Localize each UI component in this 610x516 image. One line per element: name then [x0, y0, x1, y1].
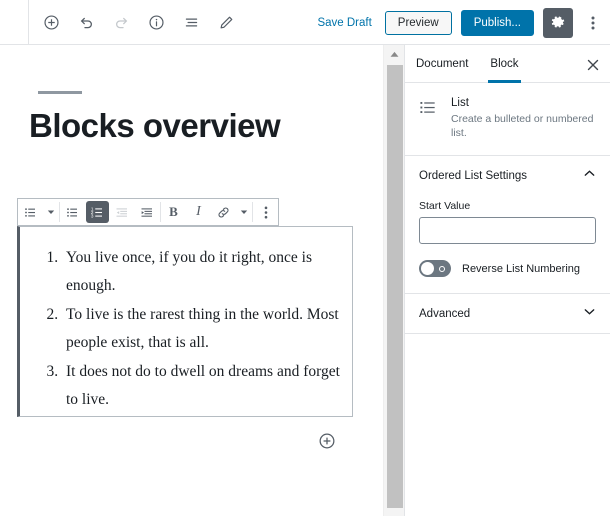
list-format-group: 1 2 3: [60, 199, 160, 225]
list-item[interactable]: To live is the rarest thing in the world…: [62, 301, 352, 357]
unordered-list-button[interactable]: [60, 199, 85, 225]
text-format-group: B I: [161, 199, 252, 225]
chevron-down-icon: [583, 305, 596, 323]
block-toolbar: 1 2 3 B I: [17, 198, 279, 226]
formatting-chevron-down-icon[interactable]: [236, 199, 252, 225]
reverse-list-numbering-row: Reverse List Numbering: [419, 260, 596, 277]
link-icon[interactable]: [211, 199, 236, 225]
wordpress-block-editor: Save Draft Preview Publish... Blocks ove…: [0, 0, 610, 516]
edit-pencil-icon[interactable]: [213, 9, 239, 35]
list-item[interactable]: You live once, if you do it right, once …: [62, 244, 352, 300]
add-block-icon[interactable]: [38, 9, 64, 35]
content-info-icon[interactable]: [143, 9, 169, 35]
block-type-chevron-down-icon[interactable]: [43, 199, 59, 225]
outdent-button[interactable]: [110, 199, 135, 225]
reverse-list-numbering-toggle[interactable]: [419, 260, 451, 277]
scrollbar-up-arrow-icon[interactable]: [384, 45, 405, 63]
reverse-list-numbering-label: Reverse List Numbering: [462, 262, 580, 275]
start-value-input[interactable]: [419, 217, 596, 244]
block-info-description: Create a bulleted or numbered list.: [451, 113, 594, 139]
svg-text:3: 3: [91, 213, 94, 218]
italic-button[interactable]: I: [186, 199, 211, 225]
block-navigation-icon[interactable]: [178, 9, 204, 35]
close-icon[interactable]: [583, 55, 603, 75]
panel-title: Advanced: [419, 307, 471, 320]
panel-body-ordered-list-settings: Start Value Reverse List Numbering: [405, 196, 610, 294]
panel-header-advanced[interactable]: Advanced: [405, 294, 610, 334]
start-value-label: Start Value: [419, 200, 471, 212]
list-icon: [419, 97, 438, 140]
circle-plus-icon[interactable]: [318, 432, 336, 450]
block-type-switcher-button[interactable]: [18, 199, 43, 225]
header-left-toolbar: [38, 9, 239, 35]
editor-scrollbar[interactable]: [383, 45, 404, 516]
block-info-title: List: [451, 97, 469, 109]
undo-icon[interactable]: [73, 9, 99, 35]
bold-button[interactable]: B: [161, 199, 186, 225]
header-more-options-icon[interactable]: [582, 8, 604, 38]
toggle-knob: [421, 262, 434, 275]
sidebar-tabs: Document Block: [405, 45, 610, 83]
indent-button[interactable]: [135, 199, 160, 225]
header-divider: [28, 0, 29, 45]
block-info-card: List Create a bulleted or numbered list.: [405, 83, 610, 156]
tab-document[interactable]: Document: [405, 45, 479, 83]
chevron-up-icon: [583, 167, 596, 185]
list-item[interactable]: It does not do to dwell on dreams and fo…: [62, 358, 352, 414]
selected-list-block[interactable]: You live once, if you do it right, once …: [17, 226, 353, 417]
save-draft-button[interactable]: Save Draft: [313, 15, 375, 31]
header-right-actions: Save Draft Preview Publish...: [313, 0, 604, 45]
block-info-text: List Create a bulleted or numbered list.: [451, 97, 596, 140]
ordered-list-button[interactable]: 1 2 3: [86, 201, 109, 223]
publish-button[interactable]: Publish...: [460, 9, 534, 36]
tab-block[interactable]: Block: [479, 45, 529, 83]
block-type-group: [18, 199, 59, 225]
block-more-group: [253, 199, 278, 225]
ordered-list[interactable]: You live once, if you do it right, once …: [62, 244, 352, 414]
toggle-indicator-dot: [439, 265, 445, 272]
page-title[interactable]: Blocks overview: [29, 107, 281, 145]
panel-title: Ordered List Settings: [419, 170, 528, 182]
panel-header-ordered-list-settings[interactable]: Ordered List Settings: [405, 156, 610, 196]
scrollbar-thumb[interactable]: [387, 65, 403, 508]
block-more-options-icon[interactable]: [253, 199, 278, 225]
preview-button[interactable]: Preview: [384, 10, 452, 35]
redo-icon[interactable]: [108, 9, 134, 35]
settings-sidebar: Document Block List Create a bulleted or…: [404, 45, 610, 516]
gear-icon[interactable]: [543, 7, 573, 38]
editor-header: Save Draft Preview Publish...: [0, 0, 610, 45]
editor-canvas: Blocks overview 1 2 3 B I 1. You live on…: [0, 45, 381, 516]
title-dash-decoration: [38, 91, 82, 94]
